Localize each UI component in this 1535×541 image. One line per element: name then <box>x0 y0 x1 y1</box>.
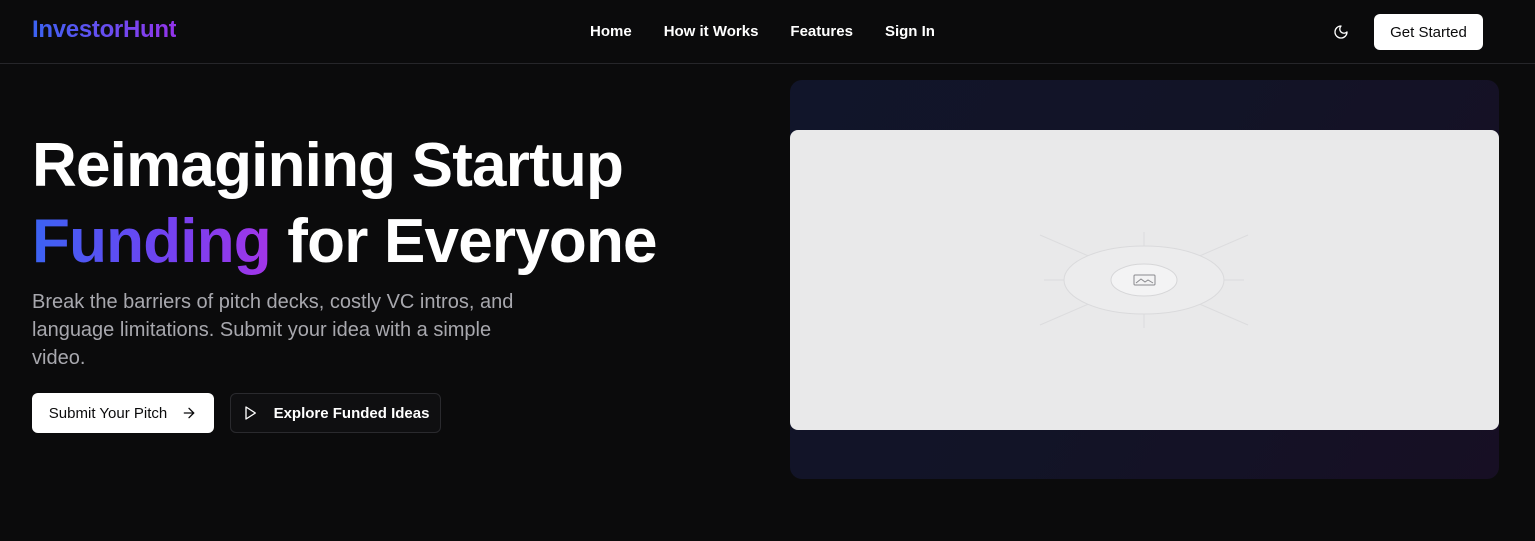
submit-pitch-button[interactable]: Submit Your Pitch <box>32 393 214 433</box>
image-placeholder-graphic <box>1039 232 1249 328</box>
hero-subtitle: Break the barriers of pitch decks, costl… <box>32 291 514 369</box>
moon-icon <box>1334 25 1348 39</box>
hero-media-panel <box>790 80 1499 479</box>
nav-home[interactable]: Home <box>590 22 632 42</box>
arrow-right-icon <box>181 405 197 421</box>
explore-funded-ideas-button[interactable]: Explore Funded Ideas <box>230 393 441 433</box>
landing-page: InvestorHunt Home How it Works Features … <box>0 0 1535 541</box>
get-started-button[interactable]: Get Started <box>1374 14 1483 50</box>
main-nav: Home How it Works Features Sign In <box>590 22 935 42</box>
headline-line-1: Reimagining Startup <box>32 131 624 200</box>
brand-logo[interactable]: InvestorHunt <box>32 16 177 44</box>
site-header: InvestorHunt Home How it Works Features … <box>0 0 1535 64</box>
nav-features[interactable]: Features <box>790 22 853 42</box>
headline-accent: Funding <box>32 207 272 276</box>
media-placeholder <box>790 130 1499 430</box>
nav-how-it-works[interactable]: How it Works <box>664 22 759 42</box>
hero-headline: Reimagining Startup Funding for Everyone <box>32 128 658 280</box>
nav-sign-in[interactable]: Sign In <box>885 22 935 42</box>
headline-rest: for Everyone <box>270 207 657 276</box>
play-icon <box>242 405 258 421</box>
explore-funded-ideas-label: Explore Funded Ideas <box>273 404 430 422</box>
submit-pitch-label: Submit Your Pitch <box>48 404 168 422</box>
theme-toggle-button[interactable] <box>1328 19 1354 45</box>
